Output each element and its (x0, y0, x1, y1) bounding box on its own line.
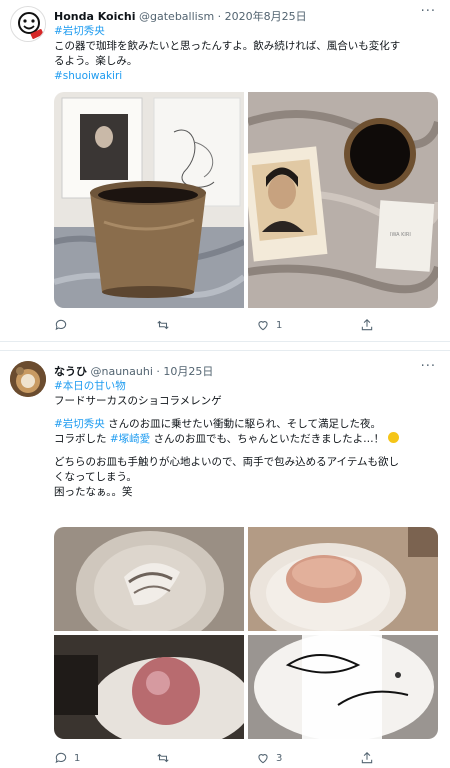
photo-coffee-cup[interactable] (54, 92, 244, 308)
photo-portrait-card[interactable]: IWA KIRI (248, 92, 438, 308)
photo-chocolate-meringue[interactable] (54, 635, 244, 739)
text-line: フードサーカスのショコラメレンゲ (54, 395, 222, 407)
like-icon (258, 754, 268, 764)
more-icon[interactable]: ··· (421, 359, 436, 374)
photo-plate-meringue[interactable] (54, 527, 244, 631)
hashtag-link[interactable]: #shuoiwakiri (54, 69, 440, 84)
tweet-2[interactable]: なうひ @naunauhi · 10月25日 ··· #本日の甘い物 フードサー… (0, 350, 450, 768)
separator-dot: · (217, 10, 222, 23)
user-handle[interactable]: @naunauhi (91, 365, 153, 378)
avatar[interactable] (10, 361, 46, 397)
text-line: この器で珈琲を飲みたいと思ったんすよ。飲み続ければ、風合いも変化す (54, 40, 401, 52)
like-icon (258, 321, 268, 331)
media-grid: IWA KIRI (54, 92, 438, 308)
reply-button[interactable]: 1 (54, 751, 80, 765)
share-button[interactable] (360, 751, 374, 765)
hashtag-link[interactable]: #岩切秀央 (54, 24, 440, 39)
text-line: #岩切秀央 さんのお皿に乗せたい衝動に駆られ、そして満足した夜。 (54, 418, 381, 430)
media-grid (54, 527, 438, 739)
like-button[interactable]: 1 (256, 318, 282, 332)
card-text: IWA KIRI (390, 232, 411, 238)
text-line: どちらのお皿も手触りが心地よいので、両手で包み込めるアイテムも欲し (54, 456, 400, 468)
display-name[interactable]: Honda Koichi (54, 10, 136, 23)
retweet-icon (157, 320, 169, 330)
action-bar: 1 (54, 318, 438, 334)
hashtag-link[interactable]: #本日の甘い物 (54, 379, 440, 394)
display-name[interactable]: なうひ (54, 365, 87, 378)
share-icon (361, 752, 373, 764)
retweet-button[interactable] (156, 318, 176, 332)
smile-emoji-icon (387, 432, 399, 443)
share-button[interactable] (360, 318, 374, 332)
like-count: 3 (276, 752, 283, 764)
user-handle[interactable]: @gateballism (139, 10, 214, 23)
tweet-header: なうひ @naunauhi · 10月25日 (54, 363, 420, 379)
text-line: るよう。楽しみ。 (54, 55, 138, 67)
reply-button[interactable] (54, 318, 74, 332)
avatar-photo-icon (10, 361, 46, 397)
tweet-text: #本日の甘い物 フードサーカスのショコラメレンゲ #岩切秀央 さんのお皿に乗せた… (54, 379, 440, 500)
reply-icon (55, 752, 67, 764)
text-line: コラボした #塚崎愛 さんのお皿でも、ちゃんといただきましたよ…！ (54, 432, 440, 447)
retweet-button[interactable] (156, 751, 176, 765)
tweet-1[interactable]: Honda Koichi @gateballism · 2020年8月25日 ·… (0, 0, 450, 342)
like-count: 1 (276, 319, 283, 331)
text-line: 困ったなぁ。。笑 (54, 486, 133, 498)
hashtag-link[interactable]: #岩切秀央 (54, 418, 105, 430)
photo-plate-napkin[interactable] (248, 635, 438, 739)
separator-dot: · (156, 365, 160, 378)
tweet-header: Honda Koichi @gateballism · 2020年8月25日 (54, 8, 420, 24)
text-line: くなってしまう。 (54, 471, 137, 483)
share-icon (361, 319, 373, 331)
more-icon[interactable]: ··· (421, 4, 436, 19)
avatar[interactable] (10, 6, 46, 42)
tweet-text: #岩切秀央 この器で珈琲を飲みたいと思ったんすよ。飲み続ければ、風合いも変化す … (54, 24, 440, 84)
reply-count: 1 (74, 752, 81, 764)
like-button[interactable]: 3 (256, 751, 282, 765)
tweet-date[interactable]: 2020年8月25日 (225, 10, 307, 23)
hashtag-link[interactable]: #塚崎愛 (110, 433, 150, 445)
tweet-date[interactable]: 10月25日 (163, 365, 213, 378)
reply-icon (55, 319, 67, 331)
avatar-face-icon (12, 8, 45, 41)
photo-pink-meringue[interactable] (248, 527, 438, 631)
retweet-icon (157, 753, 169, 763)
action-bar: 1 3 (54, 751, 438, 767)
